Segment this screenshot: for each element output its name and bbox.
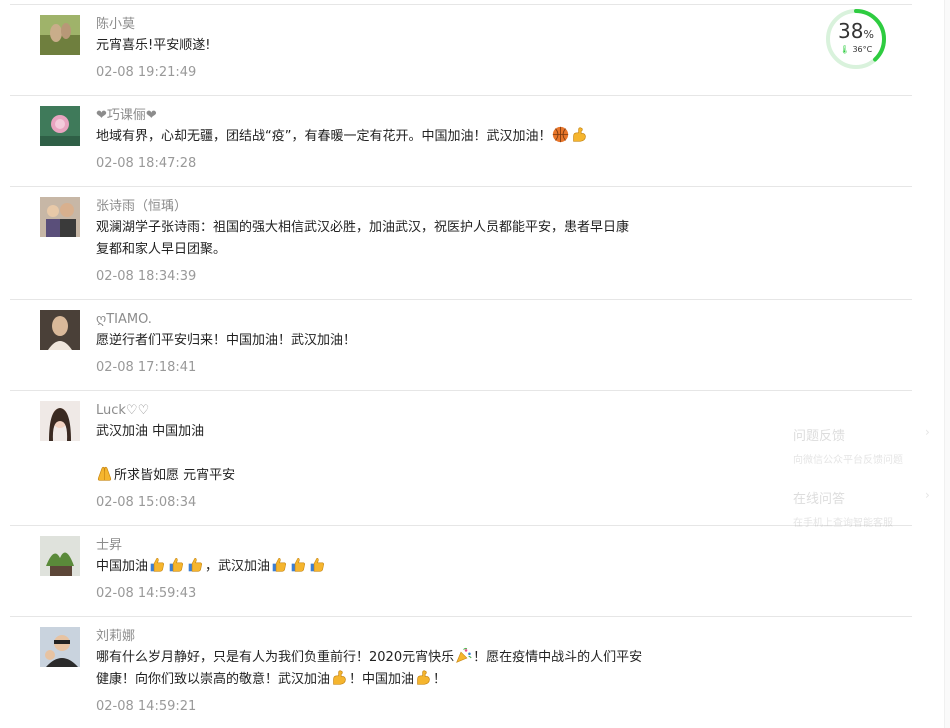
- comment-time: 02-08 17:18:41: [96, 360, 197, 375]
- comment-text: 哪有什么岁月静好，只是有人为我们负重前行！2020元宵快乐 ！愿在疫情中战斗的人们…: [96, 647, 696, 669]
- comment-text: 中国加油 ，武汉加油: [96, 556, 696, 578]
- comment-time: 02-08 15:08:34: [96, 495, 197, 510]
- comment-item: 张诗雨（恒瑀） 观澜湖学子张诗雨：祖国的强大相信武汉必胜，加油武汉，祝医护人员都…: [10, 186, 912, 299]
- comment-text: 健康！向你们致以崇高的敬意！武汉加油 ！中国加油！: [96, 669, 696, 691]
- avatar[interactable]: [40, 401, 80, 441]
- comment-text: 元宵喜乐!平安顺遂!: [96, 38, 211, 53]
- gauge-temperature: 🌡 36°C: [839, 45, 873, 54]
- qa-title[interactable]: 在线问答: [793, 488, 845, 507]
- comment-author: 张诗雨（恒瑀）: [96, 199, 188, 214]
- avatar[interactable]: [40, 15, 80, 55]
- comment-text: [96, 443, 696, 465]
- avatar[interactable]: [40, 106, 80, 146]
- qa-subtitle: 在手机上查询智能客服: [793, 518, 893, 529]
- folded-hands-icon: [97, 466, 112, 481]
- comment-time: 02-08 18:34:39: [96, 269, 197, 284]
- comment-author: 士昇: [96, 538, 123, 553]
- thumbs-up-icon: [188, 558, 203, 572]
- comment-time: 02-08 18:47:28: [96, 156, 197, 171]
- comment-text: 愿逆行者们平安归来！中国加油！武汉加油！: [96, 333, 357, 348]
- comment-author: 刘莉娜: [96, 629, 136, 644]
- comment-author: 陈小莫: [96, 17, 136, 32]
- thumbs-up-icon: [291, 558, 306, 572]
- chevron-right-icon: ›: [925, 425, 930, 439]
- flexed-biceps-icon: [417, 670, 430, 685]
- avatar[interactable]: [40, 536, 80, 576]
- comment-text: 地域有界，心却无疆，团结战“疫”，有春暖一定有花开。中国加油！武汉加油！: [96, 126, 696, 148]
- basketball-icon: [553, 126, 569, 143]
- gauge-value: 38%: [838, 19, 874, 43]
- flexed-biceps-icon: [333, 670, 346, 685]
- thumbs-up-icon: [169, 558, 184, 572]
- avatar[interactable]: [40, 310, 80, 350]
- comment-time: 02-08 19:21:49: [96, 65, 197, 80]
- feedback-subtitle: 向微信公众平台反馈问题: [793, 455, 903, 466]
- flexed-biceps-icon: [573, 127, 587, 142]
- feedback-title[interactable]: 问题反馈: [793, 425, 845, 444]
- comment-item: ❤巧课俪❤ 地域有界，心却无疆，团结战“疫”，有春暖一定有花开。中国加油！武汉加…: [10, 95, 912, 186]
- avatar[interactable]: [40, 197, 80, 237]
- comment-author: ❤巧课俪❤: [96, 108, 157, 123]
- comment-item: ღTIAMO. 愿逆行者们平安归来！中国加油！武汉加油！ 02-08 17:18…: [10, 299, 912, 390]
- feedback-panel: 问题反馈 › 向微信公众平台反馈问题 在线问答 › 在手机上查询智能客服: [775, 405, 940, 545]
- comment-text: 武汉加油 中国加油: [96, 424, 205, 439]
- avatar[interactable]: [40, 627, 80, 667]
- thumbs-up-icon: [150, 558, 165, 572]
- comment-time: 02-08 14:59:43: [96, 586, 197, 601]
- performance-gauge[interactable]: 38% 🌡 36°C: [823, 6, 889, 72]
- comment-list: 陈小莫 元宵喜乐!平安顺遂! 02-08 19:21:49 ❤巧课俪❤ 地域有界…: [10, 4, 912, 728]
- comment-time: 02-08 14:59:21: [96, 699, 197, 714]
- thermometer-icon: 🌡: [839, 45, 850, 54]
- party-popper-icon: [456, 647, 472, 663]
- comment-text: 所求皆如愿 元宵平安: [96, 465, 696, 487]
- chevron-right-icon: ›: [925, 488, 930, 502]
- comment-author: Luck♡♡: [96, 403, 150, 418]
- comment-text: 复都和家人早日团聚。: [96, 242, 227, 257]
- comment-item: 陈小莫 元宵喜乐!平安顺遂! 02-08 19:21:49: [10, 4, 912, 95]
- comment-item: 刘莉娜 哪有什么岁月静好，只是有人为我们负重前行！2020元宵快乐 ！愿在疫情中战…: [10, 616, 912, 728]
- comment-text: 观澜湖学子张诗雨：祖国的强大相信武汉必胜，加油武汉，祝医护人员都能平安，患者早日…: [96, 220, 630, 235]
- comment-author: ღTIAMO.: [96, 312, 152, 327]
- thumbs-up-icon: [272, 558, 287, 572]
- scrollbar-track[interactable]: [944, 0, 950, 728]
- thumbs-up-icon: [310, 558, 325, 572]
